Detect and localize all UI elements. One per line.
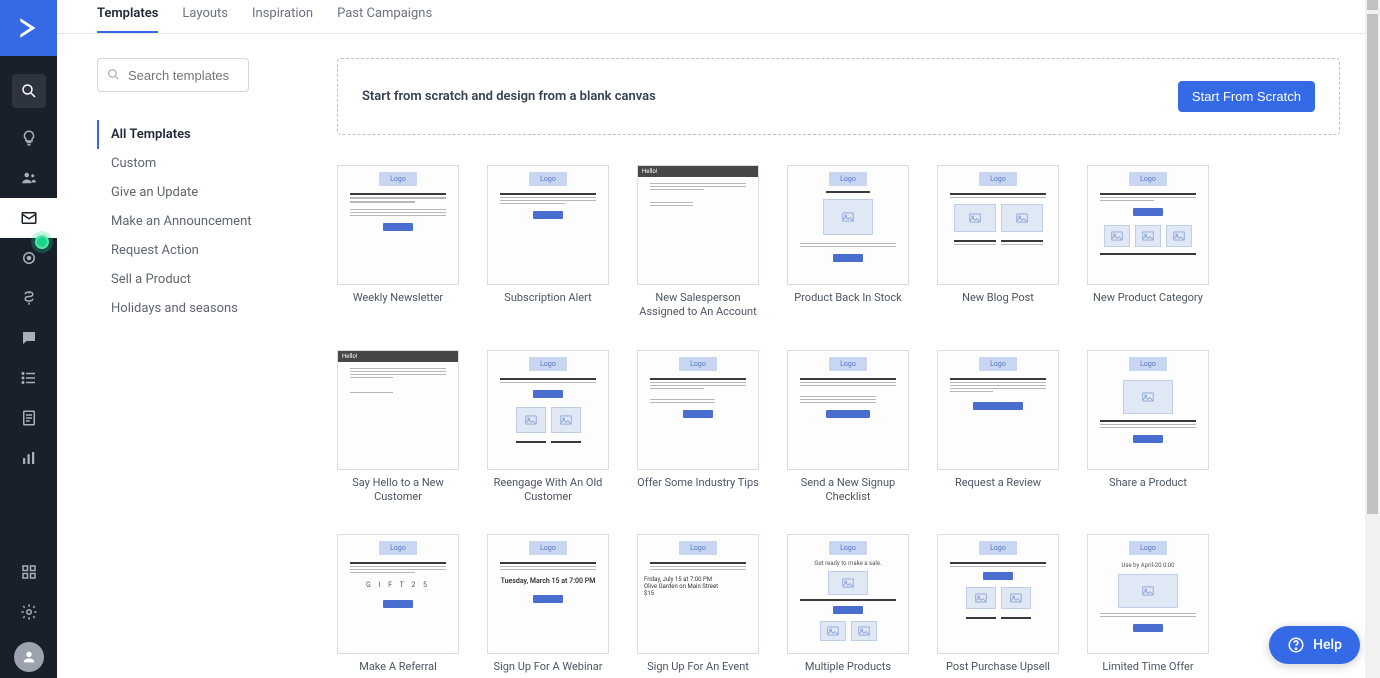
template-card[interactable]: Logo New Blog Post bbox=[937, 165, 1059, 320]
templates-grid: Logo Weekly Newsletter Logo Subscription Al… bbox=[337, 165, 1340, 674]
scroll-up-arrow[interactable] bbox=[1367, 0, 1378, 10]
scrollbar-thumb[interactable] bbox=[1367, 14, 1378, 514]
nav-automations-icon[interactable] bbox=[0, 238, 57, 278]
avatar[interactable] bbox=[14, 642, 44, 672]
nav-deals-icon[interactable] bbox=[0, 278, 57, 318]
cat-request-action[interactable]: Request Action bbox=[97, 236, 297, 265]
template-card[interactable]: Logo Share a Product bbox=[1087, 350, 1209, 505]
sidebar bbox=[0, 0, 57, 678]
notification-dot bbox=[35, 235, 49, 249]
nav-contacts-icon[interactable] bbox=[0, 158, 57, 198]
tab-past-campaigns[interactable]: Past Campaigns bbox=[337, 6, 432, 33]
cat-all-templates[interactable]: All Templates bbox=[97, 120, 297, 149]
template-thumbnail: Logo bbox=[937, 534, 1059, 654]
template-thumbnail: LogoGet ready to make a sale. bbox=[787, 534, 909, 654]
cat-holidays[interactable]: Holidays and seasons bbox=[97, 294, 297, 323]
template-label: Post Purchase Upsell bbox=[946, 660, 1050, 674]
template-thumbnail: Logo bbox=[487, 350, 609, 470]
template-card[interactable]: Hello! New Salesperson Assigned to An Acc… bbox=[637, 165, 759, 320]
template-thumbnail: Logo bbox=[787, 165, 909, 285]
template-label: Share a Product bbox=[1109, 476, 1187, 490]
start-scratch-box: Start from scratch and design from a bla… bbox=[337, 58, 1340, 135]
nav-settings-icon[interactable] bbox=[0, 592, 57, 632]
nav-conversations-icon[interactable] bbox=[0, 318, 57, 358]
search-icon[interactable] bbox=[12, 74, 46, 108]
template-card[interactable]: Hello! Say Hello to a New Customer bbox=[337, 350, 459, 505]
template-card[interactable]: Logo Send a New Signup Checklist bbox=[787, 350, 909, 505]
template-card[interactable]: Logo Subscription Alert bbox=[487, 165, 609, 320]
search-icon bbox=[107, 68, 120, 85]
template-thumbnail: Hello! bbox=[637, 165, 759, 285]
help-button[interactable]: Help bbox=[1269, 626, 1360, 664]
template-label: Reengage With An Old Customer bbox=[487, 476, 609, 505]
start-from-scratch-button[interactable]: Start From Scratch bbox=[1178, 81, 1315, 112]
scrollbar-track[interactable] bbox=[1365, 0, 1380, 678]
template-label: Subscription Alert bbox=[504, 291, 591, 305]
cat-give-update[interactable]: Give an Update bbox=[97, 178, 297, 207]
app-logo[interactable] bbox=[0, 0, 57, 56]
nav-reports-icon[interactable] bbox=[0, 438, 57, 478]
template-card[interactable]: Logo New Product Category bbox=[1087, 165, 1209, 320]
scratch-text: Start from scratch and design from a bla… bbox=[362, 89, 656, 104]
template-thumbnail: LogoTuesday, March 15 at 7:00 PM bbox=[487, 534, 609, 654]
template-thumbnail: Logo bbox=[337, 165, 459, 285]
tabs: Templates Layouts Inspiration Past Campa… bbox=[57, 0, 1380, 34]
template-thumbnail: LogoFriday, July 15 at 7:00 PMOlive Gard… bbox=[637, 534, 759, 654]
template-label: Product Back In Stock bbox=[794, 291, 902, 305]
cat-sell-product[interactable]: Sell a Product bbox=[97, 265, 297, 294]
template-thumbnail: Logo bbox=[937, 350, 1059, 470]
template-card[interactable]: LogoUse by April-20 0:00 Limited Time Off… bbox=[1087, 534, 1209, 674]
tab-templates[interactable]: Templates bbox=[97, 6, 158, 33]
templates-area: Start from scratch and design from a bla… bbox=[337, 58, 1340, 678]
category-list: All Templates Custom Give an Update Make… bbox=[97, 120, 297, 323]
main: Templates Layouts Inspiration Past Campa… bbox=[57, 0, 1380, 678]
tab-layouts[interactable]: Layouts bbox=[182, 6, 228, 33]
template-card[interactable]: Logo Weekly Newsletter bbox=[337, 165, 459, 320]
template-label: New Blog Post bbox=[962, 291, 1034, 305]
help-label: Help bbox=[1313, 637, 1342, 653]
template-label: Request a Review bbox=[955, 476, 1041, 490]
template-label: Multiple Products bbox=[805, 660, 891, 674]
template-thumbnail: Logo bbox=[637, 350, 759, 470]
left-panel: All Templates Custom Give an Update Make… bbox=[97, 58, 297, 678]
nav-lightbulb-icon[interactable] bbox=[0, 118, 57, 158]
template-thumbnail: LogoUse by April-20 0:00 bbox=[1087, 534, 1209, 654]
template-card[interactable]: LogoTuesday, March 15 at 7:00 PM Sign Up … bbox=[487, 534, 609, 674]
template-card[interactable]: LogoFriday, July 15 at 7:00 PMOlive Gard… bbox=[637, 534, 759, 674]
template-label: Send a New Signup Checklist bbox=[787, 476, 909, 505]
nav-campaigns-icon[interactable] bbox=[0, 198, 57, 238]
template-thumbnail: Logo bbox=[487, 165, 609, 285]
template-card[interactable]: Logo Post Purchase Upsell bbox=[937, 534, 1059, 674]
template-card[interactable]: LogoGet ready to make a sale. Multiple Pr… bbox=[787, 534, 909, 674]
template-thumbnail: Hello! bbox=[337, 350, 459, 470]
template-thumbnail: Logo bbox=[1087, 350, 1209, 470]
template-label: Sign Up For An Event bbox=[647, 660, 749, 674]
template-thumbnail: Logo bbox=[787, 350, 909, 470]
template-card[interactable]: Logo Product Back In Stock bbox=[787, 165, 909, 320]
tab-inspiration[interactable]: Inspiration bbox=[252, 6, 313, 33]
template-thumbnail: LogoG I F T 2 5 bbox=[337, 534, 459, 654]
template-card[interactable]: Logo Offer Some Industry Tips bbox=[637, 350, 759, 505]
template-label: Say Hello to a New Customer bbox=[337, 476, 459, 505]
template-label: Sign Up For A Webinar bbox=[494, 660, 603, 674]
template-label: Weekly Newsletter bbox=[353, 291, 443, 305]
nav-apps-icon[interactable] bbox=[0, 552, 57, 592]
template-label: Offer Some Industry Tips bbox=[637, 476, 759, 490]
nav-lists-icon[interactable] bbox=[0, 358, 57, 398]
template-label: Limited Time Offer bbox=[1102, 660, 1193, 674]
template-label: Make A Referral bbox=[359, 660, 437, 674]
cat-announcement[interactable]: Make an Announcement bbox=[97, 207, 297, 236]
template-card[interactable]: Logo Request a Review bbox=[937, 350, 1059, 505]
template-thumbnail: Logo bbox=[937, 165, 1059, 285]
nav-forms-icon[interactable] bbox=[0, 398, 57, 438]
template-thumbnail: Logo bbox=[1087, 165, 1209, 285]
template-card[interactable]: LogoG I F T 2 5 Make A Referral bbox=[337, 534, 459, 674]
template-label: New Product Category bbox=[1093, 291, 1203, 305]
cat-custom[interactable]: Custom bbox=[97, 149, 297, 178]
template-card[interactable]: Logo Reengage With An Old Customer bbox=[487, 350, 609, 505]
template-label: New Salesperson Assigned to An Account bbox=[637, 291, 759, 320]
